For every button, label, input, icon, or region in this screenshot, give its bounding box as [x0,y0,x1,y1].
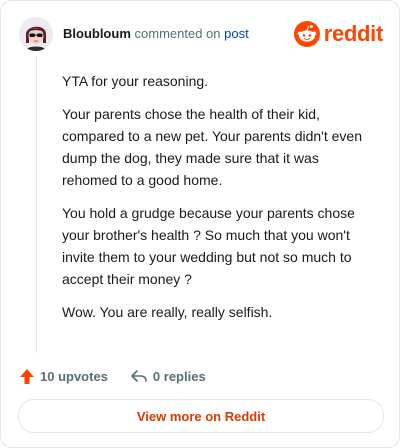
comment-paragraph: Wow. You are really, really selfish. [62,304,273,320]
reply-button[interactable]: 0 replies [130,368,206,384]
post-link[interactable]: post [224,26,249,41]
comment-header: Bloubloum commented on post reddit [19,17,383,51]
comment-paragraph: Your parents chose the health of their k… [62,106,362,188]
upvote-button[interactable]: 10 upvotes [19,368,108,385]
avatar-illustration-icon [19,17,53,51]
author-name[interactable]: Bloubloum [63,26,131,41]
user-avatar[interactable] [19,17,53,51]
comment-actions: 10 upvotes 0 replies [19,365,228,387]
view-more-label: View more on Reddit [136,408,266,424]
reddit-logo[interactable]: reddit [293,19,384,49]
comment-body: YTA for your reasoning. Your parents cho… [62,70,374,334]
embedded-comment-card: Bloubloum commented on post reddit YTA f… [0,0,400,448]
view-more-button[interactable]: View more on Reddit [18,399,384,433]
reply-arrow-icon [131,370,147,382]
brand-name: reddit [323,21,384,46]
upvote-count: 10 upvotes [40,368,108,384]
comment-paragraph: YTA for your reasoning. [62,73,209,89]
reply-count: 0 replies [152,368,206,384]
comment-paragraph: You hold a grudge because your parents c… [62,205,355,287]
comment-meta: Bloubloum commented on post [63,26,249,42]
thread-line [36,57,37,353]
action-text: commented on [134,26,221,41]
reddit-snoo-icon [293,21,320,47]
upvote-arrow-icon [20,368,34,384]
